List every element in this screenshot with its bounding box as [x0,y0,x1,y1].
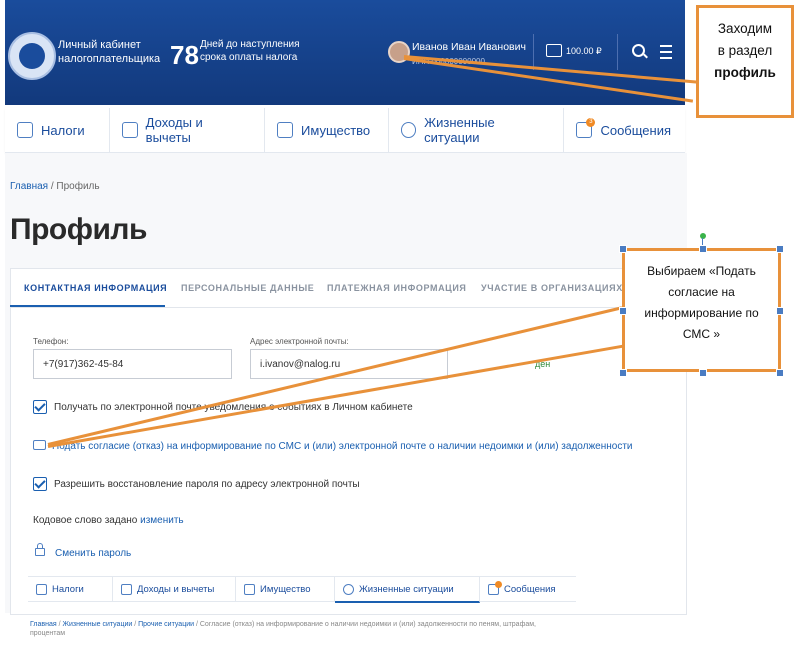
messages-badge: 3 [586,118,596,127]
callout1-line3: профиль [714,65,776,80]
secondary-breadcrumb: Главная / Жизненные ситуации / Прочие си… [30,620,570,638]
selection-handle [619,245,627,253]
user-name-link[interactable]: Иванов Иван Иванович [412,41,526,53]
lock-icon [35,548,45,556]
nav2-item-taxes[interactable]: Налоги [28,577,113,601]
selection-handle [619,307,627,315]
taxes-icon [17,122,33,138]
nav-item-life-situations[interactable]: Жизненные ситуации [389,108,565,152]
callout-go-to-profile: Заходим в раздел профиль [696,5,794,118]
property-icon [244,583,255,595]
breadcrumb-home[interactable]: Главная [10,181,48,192]
callout2-line3: информирование по [644,306,759,320]
messages-badge [495,580,502,588]
callout1-line1: Заходим [717,21,773,36]
nav2-item-income[interactable]: Доходы и вычеты [113,577,236,601]
balance-amount[interactable]: 100.00 ₽ [566,46,602,57]
days-until-payment-text: Дней до наступления срока оплаты налога [200,38,310,64]
header-divider [533,34,534,70]
income-icon [121,122,138,138]
email-input[interactable]: i.ivanov@nalog.ru [250,349,448,379]
breadcrumb-current: Профиль [56,181,100,192]
callout2-line4: СМС » [682,327,721,341]
codeword-change-link[interactable]: изменить [140,515,184,526]
message-icon [33,440,46,450]
email-label: Адрес электронной почты: [250,337,349,346]
cabinet-title-line1: Личный кабинет [58,39,141,51]
restore-password-label[interactable]: Разрешить восстановление пароля по адрес… [54,479,360,490]
tab-bar-divider [10,307,685,308]
rotate-handle [700,233,706,239]
days-until-payment-count: 78 [170,40,199,70]
nav-item-label: Жизненные ситуации [424,115,495,145]
tab-organizations[interactable]: УЧАСТИЕ В ОРГАНИЗАЦИЯХ [481,283,623,293]
codeword-status: Кодовое слово задано изменить [33,515,184,526]
notify-email-checkbox[interactable] [33,400,47,414]
header-divider [617,34,618,70]
nav2-item-life-situations[interactable]: Жизненные ситуации [335,577,480,603]
nav-item-taxes[interactable]: Налоги [5,108,110,152]
property-icon [277,122,294,138]
days-text-line1: Дней до наступления [200,39,300,50]
search-icon[interactable] [632,44,645,57]
days-text-line2: срока оплаты налога [200,52,298,63]
hamburger-menu-icon[interactable] [660,45,672,59]
nav2-item-label: Сообщения [504,583,556,595]
nav-item-label: Сообщения [600,122,672,138]
codeword-text: Кодовое слово задано [33,515,138,526]
callout-select-sms-consent: Выбираем «Подать согласие на информирова… [622,248,781,372]
selection-handle [699,369,707,377]
change-password-link[interactable]: Сменить пароль [55,548,131,559]
life-situations-icon [400,122,417,138]
cabinet-title[interactable]: Личный кабинет налогоплательщика [58,38,168,66]
nav-item-messages[interactable]: 3 Сообщения [564,108,685,152]
income-icon [121,583,132,595]
fns-emblem-logo[interactable] [8,32,56,80]
callout2-line1: Выбираем «Подать [647,264,756,278]
main-nav: Налоги Доходы и вычеты Имущество Жизненн… [5,108,685,153]
messages-icon: 3 [576,118,596,138]
callout1-line2: в раздел [717,43,773,58]
nav-item-label: Налоги [41,122,85,138]
taxes-icon [36,583,47,595]
restore-password-checkbox[interactable] [33,477,47,491]
active-tab-indicator [10,305,165,307]
phone-label: Телефон: [33,337,69,346]
selection-handle [776,307,784,315]
secondary-nav: Налоги Доходы и вычеты Имущество Жизненн… [28,576,576,603]
selection-handle [776,245,784,253]
tab-personal-data[interactable]: ПЕРСОНАЛЬНЫЕ ДАННЫЕ [181,283,314,293]
nav-item-income[interactable]: Доходы и вычеты [110,108,266,152]
lock-shackle [37,543,43,549]
nav2-item-label: Налоги [52,583,84,595]
tab-payment-info[interactable]: ПЛАТЕЖНАЯ ИНФОРМАЦИЯ [327,283,466,293]
phone-input[interactable]: +7(917)362-45-84 [33,349,232,379]
bc2-other[interactable]: Прочие ситуации [138,621,194,628]
bc2-home[interactable]: Главная [30,621,57,628]
messages-icon [488,580,502,595]
callout2-line2: согласие на [668,285,735,299]
cabinet-title-line2: налогоплательщика [58,53,161,65]
tab-contact-info[interactable]: КОНТАКТНАЯ ИНФОРМАЦИЯ [24,283,167,293]
bc2-life[interactable]: Жизненные ситуации [63,621,133,628]
nav2-item-messages[interactable]: Сообщения [480,577,564,601]
nav-item-property[interactable]: Имущество [265,108,389,152]
page-title: Профиль [10,213,147,246]
nav2-item-label: Доходы и вычеты [137,583,215,595]
notify-email-label[interactable]: Получать по электронной почте уведомлени… [54,402,413,413]
selection-handle [619,369,627,377]
nav2-item-label: Жизненные ситуации [359,583,454,595]
breadcrumb: Главная / Профиль [10,181,100,192]
nav2-item-label: Имущество [260,583,311,595]
nav-item-label: Имущество [301,122,371,138]
selection-handle [699,245,707,253]
sms-consent-link[interactable]: Подать согласие (отказ) на информировани… [52,441,632,452]
nav-item-label: Доходы и вычеты [145,115,203,145]
selection-handle [776,369,784,377]
nav2-item-property[interactable]: Имущество [236,577,335,601]
wallet-icon[interactable] [546,44,562,57]
life-situations-icon [343,583,354,595]
